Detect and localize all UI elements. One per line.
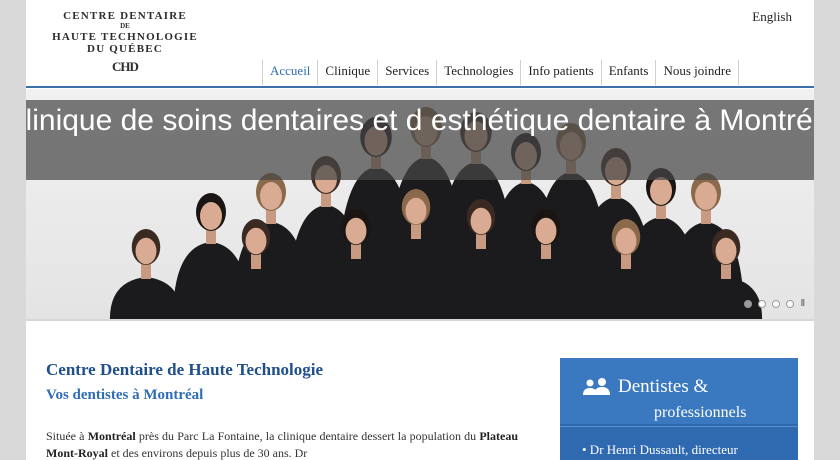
intro-text-1: Située à bbox=[46, 429, 85, 443]
pause-icon[interactable]: II bbox=[800, 298, 804, 309]
header-divider bbox=[26, 86, 814, 88]
logo-line-4: DU QUÉBEC bbox=[87, 43, 163, 55]
nav-item-clinique[interactable]: Clinique bbox=[317, 60, 377, 85]
main-nav: Accueil Clinique Services Technologies I… bbox=[262, 60, 739, 86]
sidebar-divider bbox=[560, 426, 798, 427]
slide-dot-2[interactable] bbox=[758, 299, 767, 308]
intro-paragraph: Située à Montréal près du Parc La Fontai… bbox=[46, 428, 518, 460]
slide-dot-4[interactable] bbox=[786, 299, 795, 308]
team-member bbox=[109, 228, 183, 319]
hero-caption: Clinique de soins dentaires et d esthéti… bbox=[26, 100, 814, 180]
intro-text-2: près du Parc La Fontaine, la clinique de… bbox=[138, 429, 477, 443]
page-title: Centre Dentaire de Haute Technologie bbox=[46, 360, 324, 379]
language-link[interactable]: English bbox=[752, 9, 792, 25]
page: CENTRE DENTAIRE DE HAUTE TECHNOLOGIE DU … bbox=[26, 0, 814, 460]
logo-mark: CHD bbox=[112, 59, 139, 74]
nav-item-nous-joindre[interactable]: Nous joindre bbox=[655, 60, 739, 85]
nav-item-info-patients[interactable]: Info patients bbox=[520, 60, 600, 85]
logo-line-2: DE bbox=[120, 22, 130, 30]
sidebar-title-line-2: professionnels bbox=[654, 404, 747, 421]
sidebar-title-line-1: Dentistes & bbox=[618, 376, 709, 397]
slide-dot-3[interactable] bbox=[772, 299, 781, 308]
nav-item-services[interactable]: Services bbox=[377, 60, 436, 85]
nav-item-enfants[interactable]: Enfants bbox=[600, 60, 656, 85]
hero-bottom-rule bbox=[26, 319, 814, 321]
sidebar-item-dussault[interactable]: • Dr Henri Dussault, directeur bbox=[582, 442, 738, 458]
clinic-logo[interactable]: CENTRE DENTAIRE DE HAUTE TECHNOLOGIE DU … bbox=[50, 10, 200, 75]
slide-dot-1[interactable] bbox=[744, 299, 753, 308]
montreal-link[interactable]: Montréal bbox=[88, 429, 136, 443]
users-icon bbox=[583, 378, 610, 395]
slide-indicators: II bbox=[744, 298, 805, 309]
dentists-sidebar: Dentistes & professionnels • Dr Henri Du… bbox=[560, 358, 798, 460]
nav-item-accueil[interactable]: Accueil bbox=[262, 60, 317, 85]
nav-item-technologies[interactable]: Technologies bbox=[436, 60, 520, 85]
intro-text-3: et des environs depuis plus de 30 ans. D… bbox=[111, 446, 308, 460]
logo-line-1: CENTRE DENTAIRE bbox=[63, 10, 187, 22]
logo-line-3: HAUTE TECHNOLOGIE bbox=[52, 31, 198, 43]
page-subtitle: Vos dentistes à Montréal bbox=[46, 387, 204, 403]
